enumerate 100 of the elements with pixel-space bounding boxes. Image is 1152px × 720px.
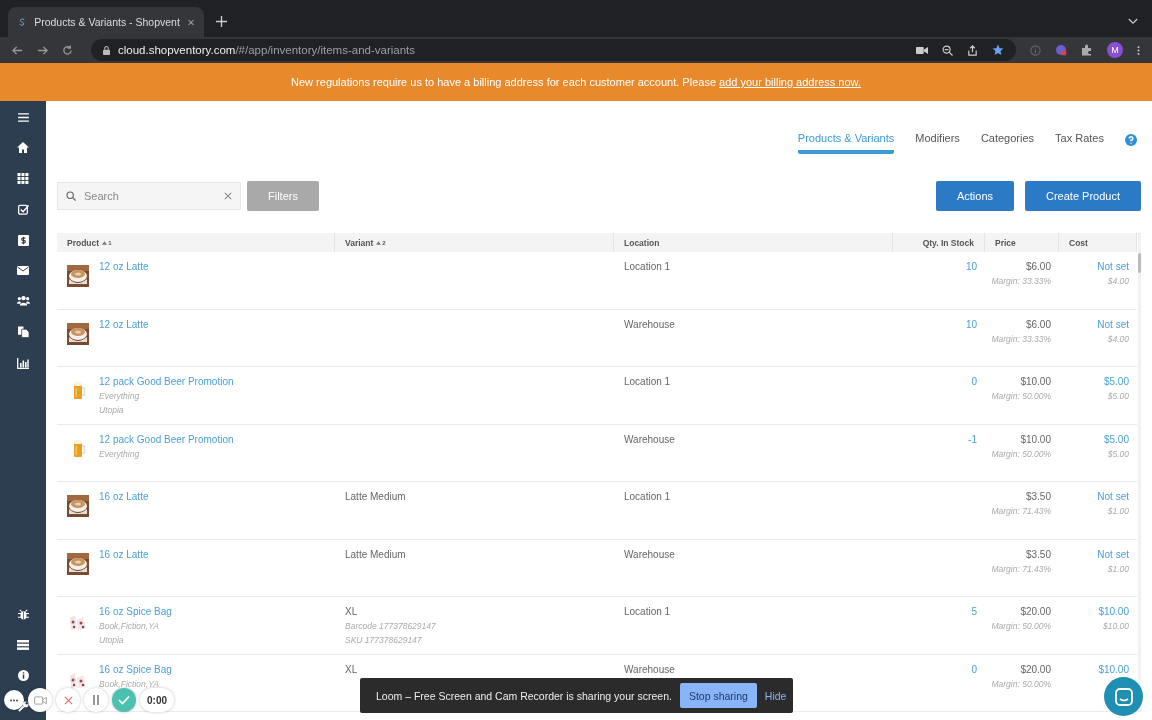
bug-icon[interactable]	[17, 609, 29, 620]
product-link[interactable]: 12 oz Latte	[99, 260, 149, 274]
search-field[interactable]: Search	[57, 182, 241, 210]
location-name: Location 1	[624, 375, 672, 389]
product-detail: Utopia	[99, 404, 125, 417]
stock-quantity[interactable]: 0	[971, 662, 977, 677]
envelope-icon[interactable]	[17, 266, 29, 275]
column-header[interactable]: Product	[67, 237, 100, 248]
new-tab-icon[interactable]	[216, 16, 227, 27]
product-link[interactable]: 12 oz Latte	[99, 317, 149, 332]
location-name: Location 1	[624, 605, 672, 619]
info-icon[interactable]	[17, 670, 29, 681]
product-link[interactable]: 12 pack Good Beer Promotion	[99, 432, 234, 447]
nav-tab[interactable]: Tax Rates	[1055, 130, 1104, 150]
variant-detail: SKU 177378629147	[345, 634, 423, 647]
checkbox-icon[interactable]	[17, 204, 29, 215]
product-link[interactable]: 16 oz Spice Bag	[99, 662, 172, 677]
margin: Margin: 33.33%	[991, 332, 1051, 346]
recording-timer: 0:00	[140, 688, 174, 712]
home-icon[interactable]	[17, 142, 29, 153]
menu-icon[interactable]	[1137, 44, 1140, 56]
extension-icon[interactable]	[1055, 44, 1067, 56]
cost-value: $4.00	[1107, 332, 1129, 346]
camera-button[interactable]	[28, 688, 52, 712]
camera-icon[interactable]	[916, 45, 928, 55]
dollar-icon[interactable]	[17, 235, 29, 246]
product-link[interactable]: 16 oz Latte	[99, 547, 149, 562]
action-button[interactable]: Create Product	[1025, 181, 1141, 211]
column-header[interactable]: Price	[995, 237, 1016, 248]
product-link[interactable]: 16 oz Spice Bag	[99, 605, 172, 619]
margin: Margin: 71.43%	[991, 562, 1051, 576]
clear-icon[interactable]	[224, 192, 232, 200]
column-header[interactable]: Location	[624, 237, 660, 248]
cost-value: $4.00	[1107, 275, 1129, 288]
cost-link[interactable]: Not set	[1097, 547, 1129, 562]
cost-link[interactable]: $10.00	[1098, 662, 1129, 677]
variant-name: Latte Medium	[345, 547, 407, 562]
users-icon[interactable]	[16, 295, 30, 306]
share-icon[interactable]	[967, 44, 978, 56]
column-header[interactable]: Variant	[345, 237, 374, 248]
back-icon[interactable]	[12, 44, 23, 56]
price: $3.50	[1025, 490, 1051, 504]
nav-tab[interactable]: Products & Variants	[797, 130, 895, 154]
action-button[interactable]: Actions	[935, 181, 1014, 211]
close-icon	[63, 695, 73, 705]
cost-link[interactable]: Not set	[1097, 317, 1129, 332]
search-input[interactable]: Search	[82, 189, 218, 203]
zoom-icon[interactable]	[942, 44, 953, 56]
nav-tab[interactable]: Modifiers	[915, 130, 960, 150]
hide-link[interactable]: Hide	[764, 689, 787, 702]
documents-icon[interactable]	[17, 326, 29, 338]
more-icon	[9, 698, 19, 702]
close-icon[interactable]	[187, 17, 194, 27]
profile-avatar[interactable]: M	[1107, 42, 1123, 58]
reload-icon[interactable]	[62, 44, 73, 56]
cost-link[interactable]: $5.00	[1103, 432, 1129, 447]
cost-link[interactable]: Not set	[1097, 490, 1129, 504]
chevron-down-icon[interactable]	[1128, 18, 1138, 25]
stock-quantity[interactable]: -1	[968, 432, 977, 447]
stock-quantity[interactable]: 10	[965, 317, 977, 332]
chat-icon	[1114, 687, 1133, 706]
bar-chart-icon[interactable]	[17, 358, 29, 369]
cost-value: $5.00	[1107, 390, 1129, 403]
column-header[interactable]: Cost	[1069, 237, 1088, 248]
billing-link[interactable]: add your billing address now.	[719, 76, 861, 88]
stock-quantity[interactable]: 5	[971, 605, 977, 619]
margin: Margin: 50.00%	[991, 447, 1051, 461]
price: $20.00	[1020, 662, 1051, 677]
margin: Margin: 50.00%	[991, 390, 1051, 403]
margin: Margin: 33.33%	[991, 275, 1051, 288]
nav-tab[interactable]: Categories	[980, 130, 1035, 150]
grid-icon[interactable]	[17, 173, 29, 184]
star-icon[interactable]	[992, 44, 1004, 56]
banner-message: New regulations require us to have a billing address for each customer account. Please add your billing address now.	[291, 76, 861, 88]
product-detail: Utopia	[99, 634, 125, 647]
chat-button[interactable]	[1104, 677, 1143, 716]
cost-link[interactable]: $10.00	[1098, 605, 1129, 619]
variant-name: XL	[345, 605, 359, 619]
browser-tab[interactable]: Products & Variants - Shopvent	[8, 7, 204, 37]
stock-quantity[interactable]: 0	[971, 375, 977, 389]
help-icon[interactable]	[1125, 134, 1137, 146]
sort-caret-icon	[376, 240, 382, 245]
price: $6.00	[1025, 260, 1051, 274]
pause-button[interactable]	[84, 688, 108, 712]
cost-link[interactable]: Not set	[1097, 260, 1129, 274]
location-name: Warehouse	[624, 317, 676, 332]
menu-icon[interactable]	[17, 113, 29, 122]
variant-detail: Barcode 177378629147	[345, 620, 437, 633]
cost-link[interactable]: $5.00	[1103, 375, 1129, 389]
address-bar[interactable]: cloud.shopventory.com/#/app/inventory/items-and-variants	[91, 39, 1016, 61]
server-icon[interactable]	[17, 640, 29, 650]
product-link[interactable]: 16 oz Latte	[99, 490, 149, 504]
cost-value: $10.00	[1103, 620, 1129, 633]
stock-quantity[interactable]: 10	[965, 260, 977, 274]
lock-icon	[103, 45, 110, 55]
column-header[interactable]: Qty. In Stock	[922, 237, 974, 248]
stop-sharing-button[interactable]: Stop sharing	[679, 683, 757, 708]
puzzle-icon[interactable]	[1081, 44, 1093, 56]
product-link[interactable]: 12 pack Good Beer Promotion	[99, 375, 234, 389]
forward-icon[interactable]	[37, 44, 48, 56]
